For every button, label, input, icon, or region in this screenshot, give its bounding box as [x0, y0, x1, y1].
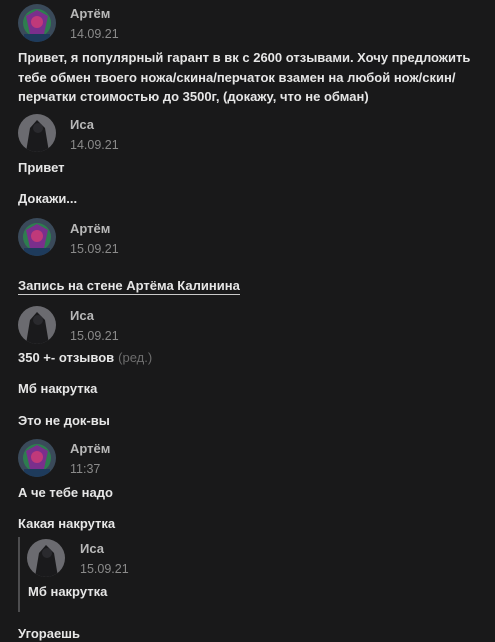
wall-post-link[interactable]: Запись на стене Артёма Калинина	[18, 278, 240, 295]
message-date[interactable]: 14.09.21	[70, 138, 119, 152]
message-text: Угораешь	[18, 626, 81, 641]
avatar-isa-forwarded[interactable]	[27, 539, 65, 577]
message-author[interactable]: Артём	[70, 221, 110, 236]
avatar-artyom[interactable]	[18, 4, 56, 42]
message-text: Это не док-вы	[18, 413, 110, 428]
forwarded-text: Мб накрутка	[28, 584, 108, 599]
message-text: Какая накрутка	[18, 516, 116, 531]
message-author[interactable]: Иса	[70, 308, 94, 323]
forwarded-message-bar	[18, 537, 20, 612]
message-date[interactable]: 15.09.21	[70, 329, 119, 343]
avatar-artyom[interactable]	[18, 439, 56, 477]
forwarded-author[interactable]: Иса	[80, 541, 104, 556]
chat-history: Артём 14.09.21 Привет, я популярный гара…	[0, 0, 495, 642]
avatar-isa[interactable]	[18, 114, 56, 152]
avatar-isa[interactable]	[18, 306, 56, 344]
message-text: Привет	[18, 160, 65, 175]
message-text-content: 350 +- отзывов	[18, 350, 115, 365]
message-author[interactable]: Артём	[70, 6, 110, 21]
edited-label: (ред.)	[118, 350, 153, 365]
forwarded-date[interactable]: 15.09.21	[80, 562, 129, 576]
message-author[interactable]: Артём	[70, 441, 110, 456]
message-author[interactable]: Иса	[70, 117, 94, 132]
message-date[interactable]: 11:37	[70, 462, 100, 476]
message-text: Мб накрутка	[18, 381, 98, 396]
message-text: Докажи...	[18, 191, 78, 206]
avatar-artyom[interactable]	[18, 218, 56, 256]
message-text: Привет, я популярный гарант в вк с 2600 …	[18, 50, 471, 104]
message-date[interactable]: 14.09.21	[70, 27, 119, 41]
message-date[interactable]: 15.09.21	[70, 242, 119, 256]
message-text: 350 +- отзывов (ред.)	[18, 350, 152, 365]
message-text: А че тебе надо	[18, 485, 113, 500]
